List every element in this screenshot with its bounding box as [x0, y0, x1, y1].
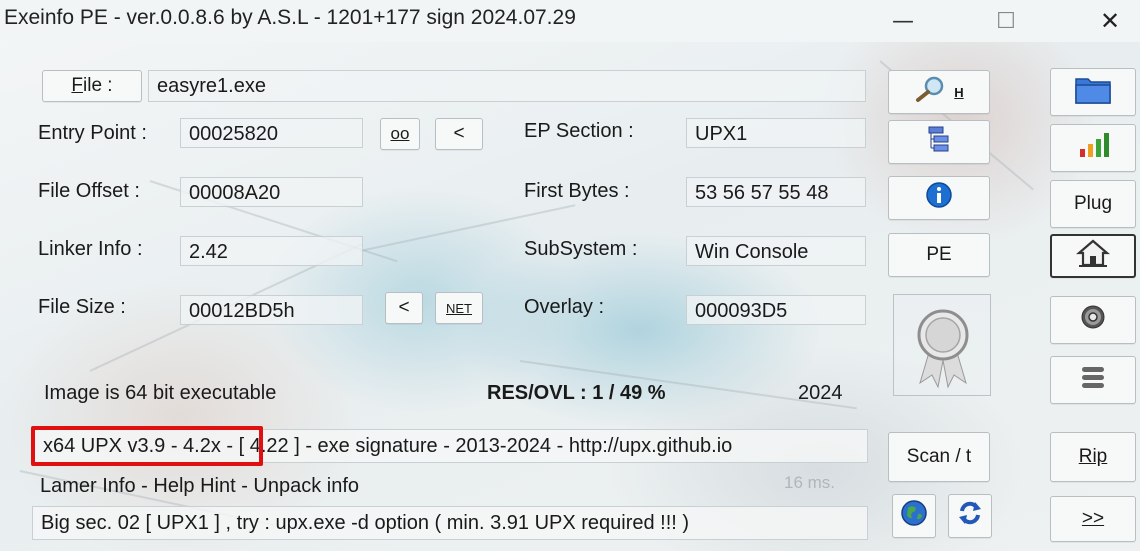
maximize-button[interactable]: ☐	[976, 0, 1036, 42]
award-panel	[893, 294, 991, 396]
window-title: Exeinfo PE - ver.0.0.8.6 by A.S.L - 1201…	[4, 6, 576, 29]
linker-info-label: Linker Info :	[38, 238, 143, 260]
plugins-button[interactable]: Plug	[1050, 180, 1136, 228]
unpack-hint-field[interactable]: Big sec. 02 [ UPX1 ] , try : upx.exe -d …	[32, 506, 868, 540]
search-hex-button[interactable]: H	[888, 70, 990, 114]
magnifier-icon	[914, 75, 948, 109]
entry-point-label: Entry Point :	[38, 122, 147, 144]
scan-button[interactable]: Scan / t	[888, 432, 990, 482]
info-icon	[925, 181, 953, 215]
file-open-button[interactable]: File :	[42, 70, 142, 102]
sections-button[interactable]	[888, 120, 990, 164]
first-bytes-label: First Bytes :	[524, 180, 630, 202]
folder-icon	[1074, 73, 1112, 111]
oo-button[interactable]: oo	[380, 118, 420, 150]
bar-chart-icon	[1077, 131, 1109, 165]
subsystem-field[interactable]: Win Console	[686, 236, 866, 266]
options-button[interactable]	[1050, 296, 1136, 344]
title-bar: Exeinfo PE - ver.0.0.8.6 by A.S.L - 1201…	[0, 0, 1140, 42]
timing-text: 16 ms.	[784, 473, 836, 492]
web-button[interactable]	[892, 494, 936, 538]
year-text: 2024	[798, 382, 843, 404]
home-icon	[1076, 238, 1110, 274]
subsystem-label: SubSystem :	[524, 238, 638, 260]
overlay-field[interactable]: 000093D5	[686, 295, 866, 325]
next-button[interactable]: >>	[1050, 496, 1136, 542]
minimize-button[interactable]: —	[873, 0, 933, 42]
globe-icon	[900, 499, 928, 533]
first-bytes-field[interactable]: 53 56 57 55 48	[686, 177, 866, 207]
info-button[interactable]	[888, 176, 990, 220]
highlight-box	[31, 426, 263, 466]
linker-info-field[interactable]: 2.42	[180, 236, 363, 266]
overlay-label: Overlay :	[524, 296, 605, 318]
file-name-field[interactable]: easyre1.exe	[148, 70, 866, 102]
pe-button[interactable]: PE	[888, 233, 990, 277]
open-folder-button[interactable]	[1050, 68, 1136, 116]
entry-point-prev-button[interactable]: <	[435, 118, 483, 150]
ep-section-field[interactable]: UPX1	[686, 118, 866, 148]
search-hex-label: H	[954, 84, 964, 100]
image-info-text: Image is 64 bit executable	[44, 382, 277, 404]
home-button[interactable]	[1050, 234, 1136, 278]
file-size-label: File Size :	[38, 296, 126, 318]
stats-button[interactable]	[1050, 124, 1136, 172]
menu-button[interactable]	[1050, 356, 1136, 404]
net-button[interactable]: NET	[435, 292, 483, 324]
file-offset-field[interactable]: 00008A20	[180, 177, 363, 207]
lamer-info-text[interactable]: Lamer Info - Help Hint - Unpack info	[40, 475, 359, 498]
update-button[interactable]	[948, 494, 992, 538]
award-ribbon-icon	[908, 305, 978, 393]
gear-icon	[1079, 303, 1107, 337]
file-size-prev-button[interactable]: <	[385, 292, 423, 324]
main-window: Exeinfo PE - ver.0.0.8.6 by A.S.L - 1201…	[0, 0, 1140, 551]
refresh-icon	[956, 499, 984, 533]
res-ovl-text: RES/OVL : 1 / 49 %	[487, 382, 666, 404]
tree-icon	[926, 125, 952, 159]
list-icon	[1079, 364, 1107, 396]
rip-button[interactable]: Rip	[1050, 432, 1136, 482]
file-size-field[interactable]: 00012BD5h	[180, 295, 363, 325]
close-button[interactable]: ✕	[1080, 0, 1140, 42]
file-button-label: File :	[71, 75, 113, 96]
entry-point-field[interactable]: 00025820	[180, 118, 363, 148]
file-offset-label: File Offset :	[38, 180, 140, 202]
ep-section-label: EP Section :	[524, 120, 634, 142]
